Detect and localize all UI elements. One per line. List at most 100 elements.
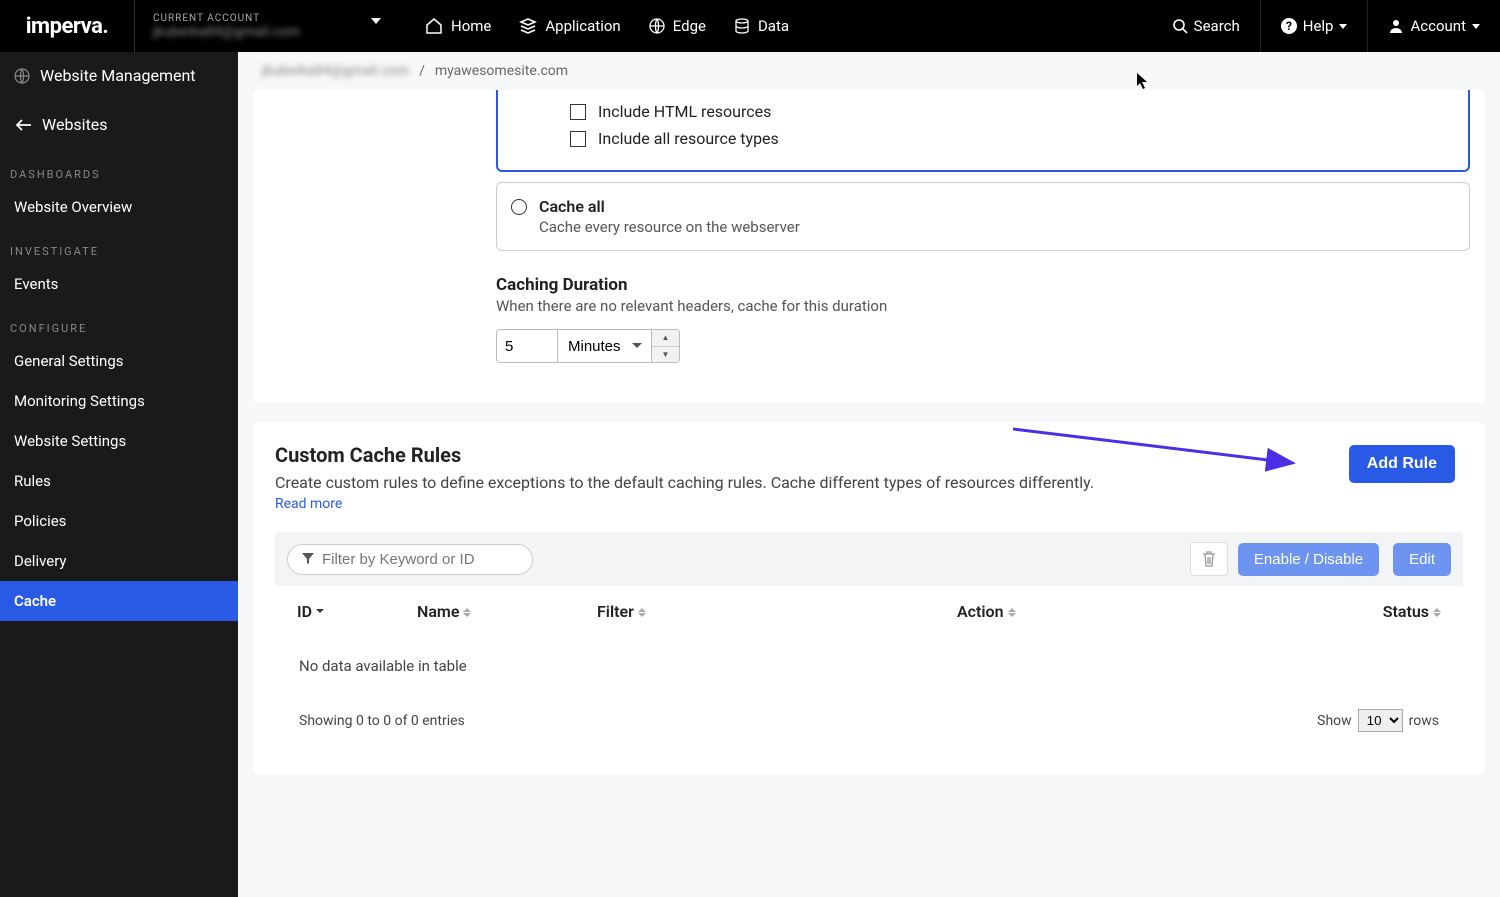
nav-search[interactable]: Search [1152,0,1260,52]
caret-down-icon [1339,24,1347,29]
sidebar-section-dashboards: DASHBOARDS [0,150,238,187]
arrow-left-icon [16,119,32,131]
cache-option-cache-all[interactable]: Cache all Cache every resource on the we… [496,182,1470,251]
topbar-right: Search ? Help Account [1152,0,1500,52]
filter-input-wrap[interactable] [287,544,533,575]
sidebar-item-policies[interactable]: Policies [0,501,238,541]
sidebar-item-label: Website Overview [14,198,132,216]
breadcrumb: jkuberka84@gmail.com / myawesomesite.com [238,52,1500,90]
nav-account[interactable]: Account [1367,0,1500,52]
delete-rule-button[interactable] [1190,542,1228,576]
topbar: imperva. CURRENT ACCOUNT jkuberka84@gmai… [0,0,1500,52]
sidebar-section-investigate: INVESTIGATE [0,227,238,264]
sort-icon [1433,604,1441,621]
sidebar-item-label: Monitoring Settings [14,392,145,410]
caching-duration-heading: Caching Duration [496,275,1485,295]
sidebar: Website Management Websites DASHBOARDS W… [0,52,238,897]
sidebar-item-label: Delivery [14,552,67,570]
account-selector[interactable]: CURRENT ACCOUNT jkuberka84@gmail.com [135,0,395,52]
sidebar-item-monitoring[interactable]: Monitoring Settings [0,381,238,421]
show-label: Show [1317,713,1352,729]
checkbox-include-html-label: Include HTML resources [598,102,771,121]
nav-help[interactable]: ? Help [1260,0,1368,52]
sidebar-item-delivery[interactable]: Delivery [0,541,238,581]
nav-account-label: Account [1410,17,1466,35]
col-filter-label: Filter [597,602,634,621]
edit-button[interactable]: Edit [1393,543,1451,576]
sidebar-item-overview[interactable]: Website Overview [0,187,238,227]
sidebar-title-label: Website Management [40,66,196,85]
sidebar-item-label: Cache [14,592,56,610]
nav-data[interactable]: Data [734,17,789,35]
checkbox-include-all[interactable] [570,131,586,147]
custom-rules-heading: Custom Cache Rules [275,443,1463,467]
nav-data-label: Data [758,17,789,35]
user-icon [1388,18,1404,34]
sort-icon [463,604,471,621]
sidebar-item-label: Rules [14,472,51,490]
sidebar-item-rules[interactable]: Rules [0,461,238,501]
trash-icon [1202,551,1216,567]
custom-rules-desc: Create custom rules to define exceptions… [275,473,1463,492]
rows-select[interactable]: 10 [1358,709,1403,732]
database-icon [734,18,750,34]
nav-home-label: Home [451,17,491,35]
col-status-label: Status [1383,602,1429,621]
sidebar-back-websites[interactable]: Websites [0,99,238,150]
sidebar-item-cache[interactable]: Cache [0,581,238,621]
breadcrumb-site[interactable]: myawesomesite.com [435,63,568,79]
account-selector-value: jkuberka84@gmail.com [153,24,377,40]
nav-application[interactable]: Application [519,17,620,35]
sidebar-item-label: Policies [14,512,66,530]
breadcrumb-account[interactable]: jkuberka84@gmail.com [262,63,409,79]
col-action[interactable]: Action [935,586,1195,637]
sort-icon [638,604,646,621]
sidebar-back-label: Websites [42,115,108,134]
nav-links: Home Application Edge Data [425,17,789,35]
read-more-link[interactable]: Read more [275,496,342,512]
col-name[interactable]: Name [395,586,575,637]
enable-disable-button[interactable]: Enable / Disable [1238,543,1379,576]
caret-down-icon [1472,24,1480,29]
filter-icon [302,553,314,565]
checkbox-include-html[interactable] [570,104,586,120]
rules-toolbar: Enable / Disable Edit [275,532,1463,586]
sidebar-item-website[interactable]: Website Settings [0,421,238,461]
sidebar-item-general[interactable]: General Settings [0,341,238,381]
col-id[interactable]: ID [275,586,395,637]
sidebar-item-events[interactable]: Events [0,264,238,304]
caret-down-icon [371,18,381,24]
caching-duration-desc: When there are no relevant headers, cach… [496,297,1485,315]
duration-value-input[interactable] [496,329,558,363]
nav-edge-label: Edge [673,17,706,35]
add-rule-button[interactable]: Add Rule [1349,445,1455,483]
application-icon [519,18,537,34]
brand-logo: imperva. [0,0,135,52]
breadcrumb-separator: / [419,63,425,79]
col-id-label: ID [297,602,312,621]
nav-search-label: Search [1194,17,1240,35]
filter-input[interactable] [322,551,521,568]
nav-application-label: Application [545,17,620,35]
radio-icon[interactable] [511,199,527,215]
nav-edge[interactable]: Edge [649,17,706,35]
sidebar-section-configure: CONFIGURE [0,304,238,341]
rows-label: rows [1409,713,1439,729]
sidebar-item-label: Events [14,275,58,293]
col-filter[interactable]: Filter [575,586,935,637]
sort-icon [1008,604,1016,621]
nav-help-label: Help [1303,17,1334,35]
account-selector-label: CURRENT ACCOUNT [153,13,377,24]
col-action-label: Action [957,602,1004,621]
main-content: jkuberka84@gmail.com / myawesomesite.com… [238,52,1500,897]
globe-icon [649,18,665,34]
stepper-down-icon[interactable]: ▼ [652,347,679,363]
table-footer: Showing 0 to 0 of 0 entries Show 10 rows [275,695,1463,746]
nav-home[interactable]: Home [425,17,491,35]
checkbox-include-all-label: Include all resource types [598,129,779,148]
col-status[interactable]: Status [1195,586,1463,637]
stepper-up-icon[interactable]: ▲ [652,330,679,347]
duration-unit-select[interactable]: Minutes [558,329,652,363]
sidebar-item-label: Website Settings [14,432,126,450]
duration-stepper[interactable]: ▲ ▼ [652,329,680,363]
